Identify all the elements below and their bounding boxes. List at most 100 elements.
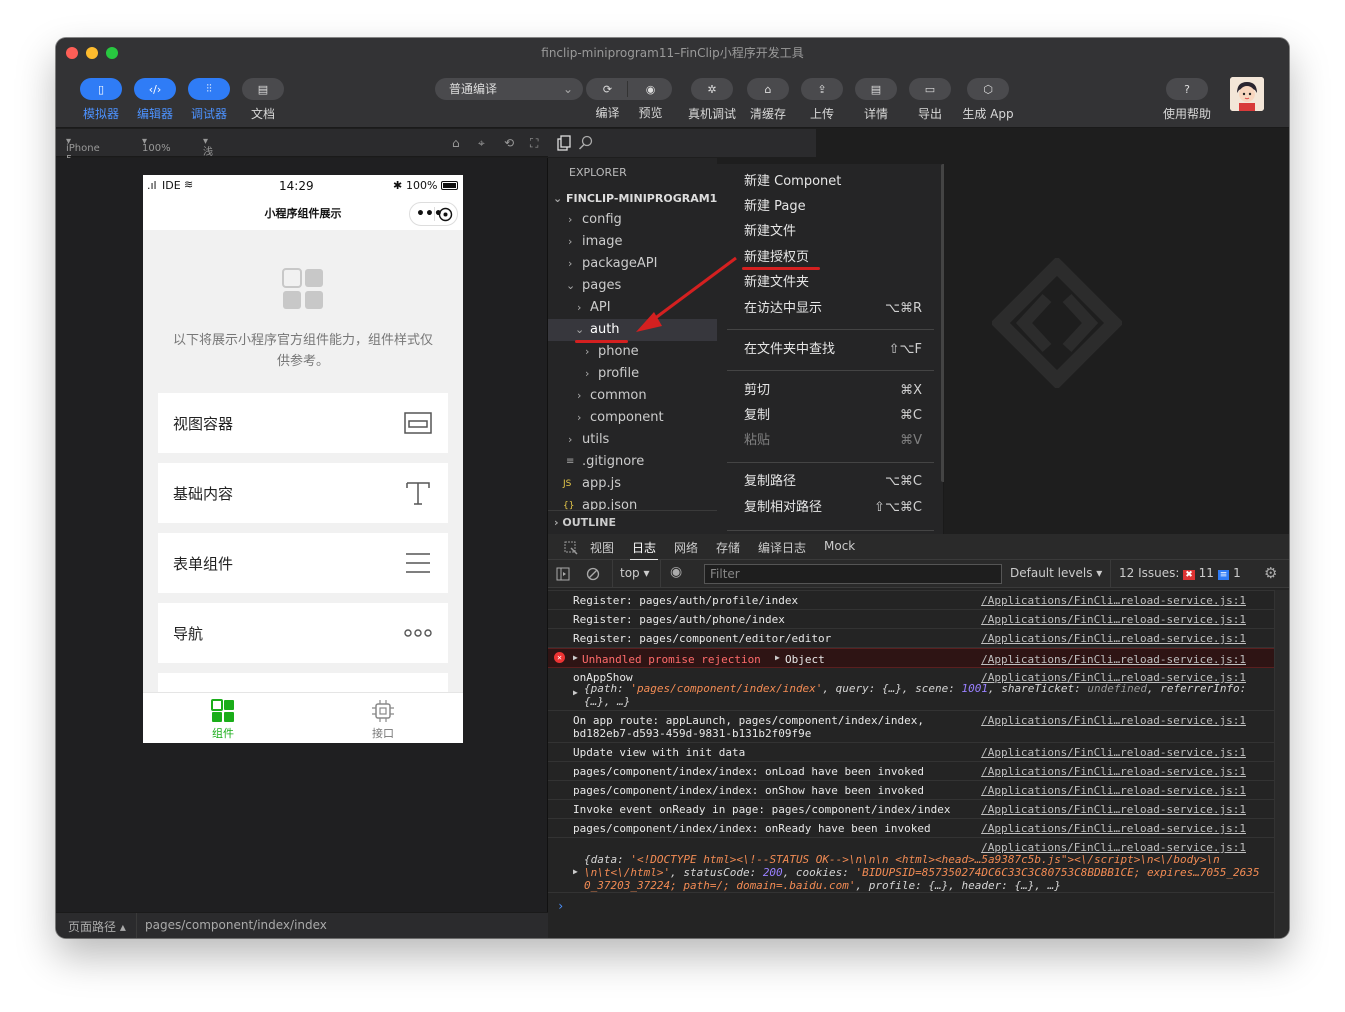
close-icon[interactable] — [438, 207, 453, 222]
phone-navbar: 小程序组件展示 ••• — [143, 197, 463, 230]
debugger-button[interactable]: ⫶⫶ 调试器 — [188, 78, 230, 122]
compile-label: 编译 — [595, 106, 620, 120]
menu-separator — [727, 370, 934, 371]
tab-view[interactable]: 视图 — [590, 539, 614, 556]
rotate-icon[interactable]: ⟲ — [504, 136, 514, 150]
theme-select[interactable]: 浅色 ▾ — [203, 136, 213, 173]
menu-separator — [727, 329, 934, 330]
home-icon[interactable]: ⌂ — [452, 136, 460, 150]
tab-mock[interactable]: Mock — [824, 539, 855, 553]
signal-icon: .ıl — [147, 179, 157, 192]
card-navigation[interactable]: 导航 — [158, 603, 448, 663]
eye-icon[interactable]: ◉ — [629, 78, 672, 100]
tab-api[interactable]: 接口 — [303, 699, 463, 741]
compile-mode-select[interactable]: 普通编译 ⌄ — [435, 78, 583, 100]
generate-app-button[interactable]: ⬡ 生成 App — [960, 78, 1016, 122]
help-icon: ? — [1184, 82, 1190, 96]
avatar[interactable] — [1230, 77, 1264, 111]
document-icon: ▤ — [257, 82, 269, 96]
menu-new-folder[interactable]: 新建文件夹 — [717, 271, 944, 295]
menu-copy-path[interactable]: 复制路径 ⌥⌘C — [717, 470, 944, 494]
refresh-icon[interactable]: ⟳ — [586, 78, 629, 100]
menu-paste[interactable]: 粘贴 ⌘V — [717, 429, 944, 453]
view-container-icon — [404, 412, 432, 434]
chevron-down-icon: ⌄ — [562, 82, 573, 96]
menu-new-component[interactable]: 新建 Componet — [717, 170, 944, 194]
tree-folder-utils[interactable]: › utils — [548, 429, 717, 451]
card-view-container[interactable]: 视图容器 — [158, 393, 448, 453]
project-root[interactable]: ⌄ FINCLIP-MINIPROGRAM11 — [553, 192, 717, 205]
tree-folder-config[interactable]: › config — [548, 209, 717, 231]
details-button[interactable]: ▤ 详情 — [854, 78, 898, 122]
editor-button[interactable]: ‹/› 编辑器 — [134, 78, 176, 122]
tree-folder-profile[interactable]: › profile — [548, 363, 717, 385]
fullscreen-icon[interactable]: ⛶ — [530, 136, 538, 151]
console-toolbar: top ▾ ◉ Filter Default levels ▾ 12 Issue… — [548, 560, 1289, 588]
tab-components[interactable]: 组件 — [143, 699, 303, 741]
tab-log[interactable]: 日志 — [629, 539, 659, 561]
tab-compile-log[interactable]: 编译日志 — [758, 539, 806, 556]
log-row: Invoke event onReady in page: pages/comp… — [548, 800, 1274, 819]
menu-copy-relative-path[interactable]: 复制相对路径 ⇧⌥⌘C — [717, 496, 944, 520]
real-device-debug-button[interactable]: ✲ 真机调试 — [684, 78, 740, 122]
tree-folder-phone[interactable]: › phone — [548, 341, 717, 363]
clear-cache-button[interactable]: ⌂ 清缓存 — [746, 78, 790, 122]
zoom-select[interactable]: 100% ▾ — [142, 136, 171, 154]
location-icon[interactable]: ⌖ — [478, 136, 485, 151]
docs-button[interactable]: ▤ 文档 — [242, 78, 284, 122]
menu-find-in-folder[interactable]: 在文件夹中查找 ⇧⌥F — [717, 338, 944, 362]
levels-select[interactable]: Default levels ▾ — [1010, 566, 1102, 580]
menu-cut[interactable]: 剪切 ⌘X — [717, 379, 944, 403]
error-icon: ✕ — [554, 652, 565, 663]
outline-section[interactable]: › OUTLINE — [548, 510, 717, 534]
tree-file-appjs[interactable]: JS app.js — [548, 473, 717, 495]
help-button[interactable]: ? 使用帮助 — [1159, 78, 1215, 122]
export-button[interactable]: ▭ 导出 — [908, 78, 952, 122]
sidebar-toggle-icon[interactable] — [556, 567, 570, 581]
preview-label: 预览 — [638, 106, 663, 120]
log-row: Register: pages/component/editor/editor /… — [548, 629, 1274, 648]
clear-console-icon[interactable] — [586, 567, 600, 581]
intro-text: 以下将展示小程序官方组件能力，组件样式仅供参考。 — [173, 333, 434, 369]
console-scrollbar[interactable] — [1274, 590, 1289, 938]
console-log-list: Register: pages/component/page-meta/page… — [548, 590, 1274, 938]
gear-icon[interactable]: ⚙ — [1264, 564, 1277, 582]
menu-new-page[interactable]: 新建 Page — [717, 195, 944, 219]
inspect-icon[interactable] — [564, 541, 578, 555]
folder-icon: ▭ — [924, 82, 936, 96]
window-title: finclip-miniprogram11–FinClip小程序开发工具 — [541, 46, 804, 60]
tab-storage[interactable]: 存储 — [716, 539, 740, 556]
more-dots-icon — [404, 629, 432, 637]
compile-preview-group: ⟳ ◉ — [586, 78, 672, 100]
tree-file-gitignore[interactable]: ≡ .gitignore — [548, 451, 717, 473]
battery-icon — [441, 181, 458, 190]
wifi-icon: ≋ — [184, 178, 194, 191]
upload-icon: ⇪ — [817, 82, 827, 96]
log-row: /Applications/FinCli…reload-service.js:1… — [548, 838, 1274, 893]
cube-icon: ⬡ — [983, 82, 993, 96]
tab-network[interactable]: 网络 — [674, 539, 698, 556]
device-select[interactable]: iPhone 5 ▾ — [66, 136, 100, 165]
bug-icon: ✲ — [707, 82, 717, 96]
simulator-button[interactable]: ▯ 模拟器 — [80, 78, 122, 122]
tree-folder-common[interactable]: › common — [548, 385, 717, 407]
tree-folder-component[interactable]: › component — [548, 407, 717, 429]
page-path-toggle[interactable]: 页面路径 ▴ — [68, 918, 126, 935]
menu-copy[interactable]: 复制 ⌘C — [717, 404, 944, 428]
menu-new-file[interactable]: 新建文件 — [717, 220, 944, 244]
issues-counter[interactable]: 12 Issues: ✖ 11 ≡ 1 — [1119, 566, 1241, 580]
card-form-components[interactable]: 表单组件 — [158, 533, 448, 593]
components-logo-icon — [282, 268, 323, 309]
card-basic-content[interactable]: 基础内容 — [158, 463, 448, 523]
menu-reveal-in-finder[interactable]: 在访达中显示 ⌥⌘R — [717, 297, 944, 321]
editor-area — [944, 128, 1289, 534]
tree-file-appjson[interactable]: {} app.json — [548, 495, 717, 510]
search-icon[interactable] — [578, 135, 594, 151]
log-row: pages/component/index/index: onLoad have… — [548, 762, 1274, 781]
filter-input[interactable]: Filter — [704, 564, 1002, 584]
context-select[interactable]: top ▾ — [620, 566, 650, 580]
console-prompt[interactable]: › — [557, 899, 564, 913]
eye-icon[interactable]: ◉ — [670, 564, 682, 580]
upload-button[interactable]: ⇪ 上传 — [800, 78, 844, 122]
files-icon[interactable] — [556, 135, 572, 151]
